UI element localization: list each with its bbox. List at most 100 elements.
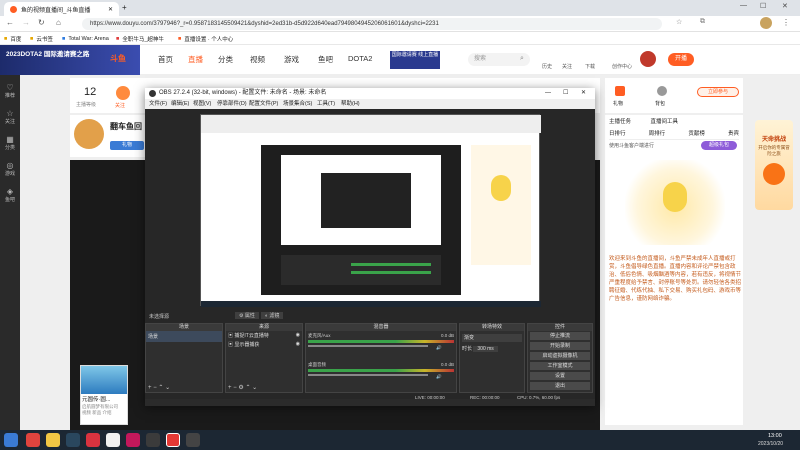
promo-pill-button[interactable]: 立即参与 [697,87,739,97]
open-live-button[interactable]: 开播 [668,53,694,66]
nav-video[interactable]: 视频 [250,54,265,65]
url-field[interactable]: https://www.douyu.com/3797946?_r=0.95871… [82,18,662,30]
add-icon[interactable]: + [148,385,152,391]
history-link[interactable]: 历史 [542,63,552,70]
source-item[interactable]: ▣ 显示器捕获 ◉ [226,340,302,349]
rail-game[interactable]: ◎ 游戏 [2,161,18,177]
obs-minimize-icon[interactable]: — [545,88,551,99]
browser-tab[interactable]: 鱼的视频直播间_斗鱼直播 ✕ [4,2,119,16]
stop-streaming-button[interactable]: 停止推流 [530,332,590,340]
start-icon[interactable] [4,433,18,447]
eye-icon[interactable]: ◉ [296,341,300,347]
rail-fishbar[interactable]: ◈ 鱼吧 [2,187,18,203]
obs-menu-docks[interactable]: 停靠部件(D) [217,99,247,109]
scene-item[interactable]: 场景 [146,331,222,342]
nav-game[interactable]: 游戏 [284,54,299,65]
maximize-icon[interactable]: ☐ [760,2,766,10]
taskbar-app-icon[interactable] [86,433,100,447]
nav-live[interactable]: 直播 [188,54,203,65]
tab-anchor-task[interactable]: 主播任务 [609,119,631,125]
transition-select[interactable]: 渐变 [462,334,522,342]
super-pack-button[interactable]: 超级礼包 [701,141,737,150]
bookmark-item[interactable]: ■ 全职牛马_超神牛 [116,34,164,43]
eye-icon[interactable]: ◉ [296,332,300,338]
obs-menu-tools[interactable]: 工具(T) [317,99,335,109]
obs-menu-view[interactable]: 视图(V) [193,99,211,109]
tab-weekly[interactable]: 周排行 [649,129,666,137]
remove-icon[interactable]: − [153,385,157,391]
gift-link[interactable]: 礼物 [613,100,623,107]
minimize-icon[interactable]: — [740,2,747,9]
obs-menu-scene-collection[interactable]: 场景集合(S) [283,99,312,109]
profile-avatar[interactable] [760,17,772,29]
ad-card[interactable]: 元圆传·圆... 启航圆梦有限公司 视频 新品 介绍 [80,365,128,425]
obs-menu-file[interactable]: 文件(F) [149,99,167,109]
remove-icon[interactable]: − [233,385,237,391]
obs-maximize-icon[interactable]: ☐ [563,88,568,99]
obs-icon[interactable] [186,433,200,447]
volume-slider[interactable] [308,345,428,347]
rail-category[interactable]: ▦ 分类 [2,135,18,151]
bookmark-item[interactable]: ■ 直播设置 · 个人中心 [178,34,233,43]
taskbar-app-icon[interactable] [126,433,140,447]
nav-fishbar[interactable]: 鱼吧 [318,54,333,65]
taskbar-app-icon[interactable] [106,433,120,447]
obs-preview-canvas[interactable] [200,114,541,307]
speaker-icon[interactable]: 🔊 [436,345,442,351]
obs-menu-profile[interactable]: 配置文件(P) [249,99,278,109]
bookmark-star-icon[interactable]: ☆ [676,18,682,26]
exit-button[interactable]: 退出 [530,382,590,390]
up-icon[interactable]: ⌃ [158,385,163,391]
side-event-promo[interactable]: 天命挑战 开启你的专属冒险之旅 [755,120,793,210]
bookmark-item[interactable]: ■ Total War: Arena [62,34,109,43]
bookmark-item[interactable]: ■ 百度 [4,34,21,43]
up-icon[interactable]: ⌃ [245,385,250,391]
bookmark-item[interactable]: ■ 云书签 [30,34,53,43]
streamer-avatar[interactable] [74,119,104,149]
source-item[interactable]: ▣ 捕捉IT云直播特 ◉ [226,331,302,340]
user-avatar[interactable] [640,51,656,67]
menu-icon[interactable]: ⋮ [782,18,790,27]
gear-icon[interactable]: ⚙ [238,385,243,391]
creator-center-link[interactable]: 创作中心 [612,63,632,70]
properties-button[interactable]: ⚙ 属性 [235,312,259,319]
browser-icon[interactable] [166,433,180,447]
reload-icon[interactable]: ↻ [38,18,45,27]
volume-slider[interactable] [308,374,428,376]
obs-menu-edit[interactable]: 编辑(E) [171,99,189,109]
tab-contribution[interactable]: 贡献榜 [688,129,705,137]
start-recording-button[interactable]: 开始录制 [530,342,590,350]
speaker-icon[interactable]: 🔊 [436,374,442,380]
backpack-link[interactable]: 背包 [655,100,665,107]
taskbar-app-icon[interactable] [26,433,40,447]
home-icon[interactable]: ⌂ [56,18,61,27]
down-icon[interactable]: ⌄ [165,385,170,391]
tab-room-tools[interactable]: 直播间工具 [651,119,679,125]
back-icon[interactable]: ← [6,18,14,27]
down-icon[interactable]: ⌄ [252,385,257,391]
folder-icon[interactable] [46,433,60,447]
download-link[interactable]: 下载 [585,63,595,70]
follow-link[interactable]: 关注 [562,63,572,70]
duration-input[interactable]: 300 ms [473,346,498,352]
clock-date[interactable]: 2023/10/20 [758,441,783,447]
filters-button[interactable]: ◐ 滤镜 [261,312,284,319]
gift-button[interactable]: 礼物 [110,141,144,150]
clock-time[interactable]: 13:00 [768,433,782,439]
promo-badge[interactable]: 国际邀请赛 线上直播 [390,51,440,69]
nav-category[interactable]: 分类 [218,54,233,65]
tab-daily[interactable]: 日排行 [609,129,626,137]
close-window-icon[interactable]: ✕ [782,2,788,10]
rail-follow[interactable]: ☆ 关注 [2,109,18,125]
steam-icon[interactable] [66,433,80,447]
studio-mode-button[interactable]: 工作室模式 [530,362,590,370]
virtual-camera-button[interactable]: 启动虚拟摄像机 [530,352,590,360]
extensions-icon[interactable]: ⧉ [700,18,705,26]
add-icon[interactable]: + [228,385,232,391]
event-banner[interactable]: 2023DOTA2 国际邀请赛之路 斗鱼 [0,45,140,75]
new-tab-icon[interactable]: + [122,3,127,12]
rail-recommend[interactable]: ♡ 推荐 [2,83,18,99]
taskbar-app-icon[interactable] [146,433,160,447]
close-icon[interactable]: ✕ [108,6,113,13]
forward-icon[interactable]: → [22,18,30,27]
